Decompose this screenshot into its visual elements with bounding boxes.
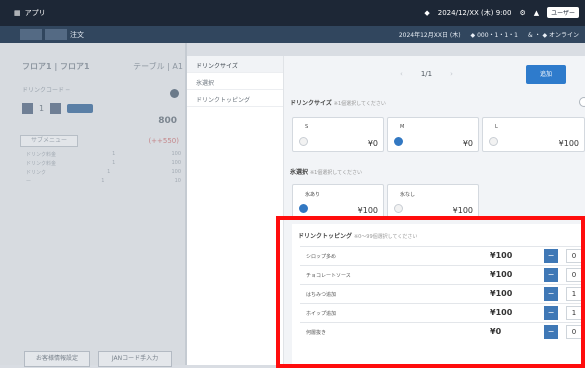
quantity-field[interactable]: 0 <box>566 268 582 282</box>
radio-checked-icon <box>394 137 403 146</box>
option-name: S <box>305 124 309 130</box>
topping-price: ¥0 <box>490 327 502 336</box>
item-price: 800 <box>158 116 177 126</box>
sidebar-item-size[interactable]: ドリンクサイズ <box>187 56 283 73</box>
option-sidebar: ドリンクサイズ 氷選択 ドリンクトッピング <box>187 56 284 365</box>
add-button[interactable]: 追加 <box>526 65 566 84</box>
quantity-field[interactable]: 1 <box>566 306 582 320</box>
option-price: ¥0 <box>367 139 378 148</box>
radio-icon <box>299 137 308 146</box>
ice-section-title: 氷選択 ※1個選択してください <box>290 169 363 176</box>
option-name: M <box>400 124 405 130</box>
minus-button[interactable]: − <box>544 325 558 339</box>
option-price: ¥0 <box>462 139 473 148</box>
quantity-stepper: 1 <box>22 103 94 114</box>
option-price: ¥100 <box>452 206 473 215</box>
minus-button[interactable] <box>22 103 33 114</box>
minus-button[interactable]: − <box>544 268 558 282</box>
sub-info-right: & ・ ◆ オンライン <box>527 32 579 39</box>
menu-dot-icon[interactable] <box>170 89 179 98</box>
sidebar-item-topping[interactable]: ドリンクトッピング <box>187 90 283 107</box>
list-item[interactable]: ドリンク料金 1 100 <box>26 160 181 169</box>
list-item[interactable]: ー 1 10 <box>26 178 181 187</box>
order-label: 注文 <box>70 31 84 39</box>
info-icon[interactable] <box>579 97 585 107</box>
sub-tab-2[interactable] <box>45 29 67 40</box>
minus-button[interactable]: − <box>544 249 558 263</box>
size-option-l[interactable]: L ¥100 <box>482 117 585 152</box>
wifi-icon: ◆ <box>424 8 430 17</box>
topping-section: ドリンクトッピング ※0～99個選択してください シロップ多め ¥100 − 0… <box>292 224 585 365</box>
table-label: テーブル | A1 <box>133 62 183 71</box>
sub-bar: 注文 2024年12月XX日 (木) ◆ 000・1・1・1 & ・ ◆ オンラ… <box>0 26 585 43</box>
datetime: 2024/12/XX (木) 9:00 <box>437 8 512 17</box>
cloud-icon: ▲ <box>533 8 540 17</box>
prev-page-icon[interactable]: ‹ <box>400 70 403 78</box>
ice-option-yes[interactable]: 氷あり ¥100 <box>292 184 384 219</box>
list-item[interactable]: ドリンク料金 1 100 <box>26 151 181 160</box>
size-section-title: ドリンクサイズ ※1個選択してください <box>290 100 386 107</box>
page-indicator: 1/1 <box>420 70 433 78</box>
topping-name: 何層抜き <box>306 330 327 336</box>
topping-price: ¥100 <box>490 289 513 298</box>
topping-name: はちみつ追加 <box>306 292 337 298</box>
quantity-field[interactable]: 0 <box>566 325 582 339</box>
topping-row: チョコレートソース ¥100 − 0 <box>300 265 585 284</box>
app-title: ▦ アプリ <box>14 8 46 18</box>
plus-button[interactable] <box>50 103 62 114</box>
topping-row: はちみつ追加 ¥100 − 1 <box>300 284 585 303</box>
sub-tabs <box>20 29 67 40</box>
topping-section-title: ドリンクトッピング ※0～99個選択してください <box>298 233 418 240</box>
ice-option-no[interactable]: 氷なし ¥100 <box>387 184 479 219</box>
option-price: ¥100 <box>357 206 378 215</box>
topping-name: チョコレートソース <box>306 273 351 279</box>
sub-info-date: 2024年12月XX日 (木) <box>398 32 461 39</box>
next-page-icon[interactable]: › <box>450 70 453 78</box>
minus-button[interactable]: − <box>544 306 558 320</box>
sidebar-item-ice[interactable]: 氷選択 <box>187 73 283 90</box>
size-option-s[interactable]: S ¥0 <box>292 117 384 152</box>
quantity-field[interactable]: 0 <box>566 249 582 263</box>
top-bar: ▦ アプリ ◆ 2024/12/XX (木) 9:00 ⚙ ▲ ユーザー <box>0 0 585 26</box>
topping-price: ¥100 <box>490 251 513 260</box>
menu-text: ドリンクコード ─ <box>22 87 70 94</box>
user-pill[interactable]: ユーザー <box>547 7 579 18</box>
topping-name: シロップ多め <box>306 254 337 260</box>
option-name: L <box>495 124 498 130</box>
topping-name: ホイップ追加 <box>306 311 337 317</box>
radio-icon <box>489 137 498 146</box>
sub-price: (++550) <box>148 137 179 145</box>
app-name: アプリ <box>24 9 46 17</box>
list-item[interactable]: ドリンク 1 100 <box>26 169 181 178</box>
option-price: ¥100 <box>558 139 579 148</box>
settings-icon[interactable]: ⚙ <box>519 9 525 17</box>
topping-price: ¥100 <box>490 270 513 279</box>
minus-button[interactable]: − <box>544 287 558 301</box>
topping-row: ホイップ追加 ¥100 − 1 <box>300 303 585 322</box>
sub-menu-button[interactable]: サブメニュー <box>20 135 78 147</box>
quantity-value: 1 <box>39 104 45 113</box>
size-option-m[interactable]: M ¥0 <box>387 117 479 152</box>
topping-price: ¥100 <box>490 308 513 317</box>
topping-row: 何層抜き ¥0 − 0 <box>300 322 585 341</box>
grid-icon[interactable]: ▦ <box>14 9 21 17</box>
order-panel: フロア1 | フロア1 テーブル | A1 ドリンクコード ─ 1 800 サブ… <box>0 43 185 367</box>
order-items: ドリンク料金 1 100 ドリンク料金 1 100 ドリンク 1 100 ー 1 10 <box>26 151 181 187</box>
option-pill[interactable] <box>67 104 94 113</box>
radio-icon <box>394 204 403 213</box>
sub-info-mid: ◆ 000・1・1・1 <box>470 32 518 39</box>
floor-label: フロア1 | フロア1 <box>22 62 90 71</box>
option-name: 氷あり <box>305 192 321 198</box>
sub-info: 2024年12月XX日 (木) ◆ 000・1・1・1 & ・ ◆ オンライン <box>399 30 579 39</box>
topbar-right: ◆ 2024/12/XX (木) 9:00 ⚙ ▲ ユーザー <box>424 7 579 18</box>
sub-tab-1[interactable] <box>20 29 42 40</box>
radio-checked-icon <box>299 204 308 213</box>
topping-row: シロップ多め ¥100 − 0 <box>300 246 585 265</box>
quantity-field[interactable]: 1 <box>566 287 582 301</box>
option-name: 氷なし <box>400 192 416 198</box>
pager: ‹ 1/1 › <box>400 70 453 78</box>
